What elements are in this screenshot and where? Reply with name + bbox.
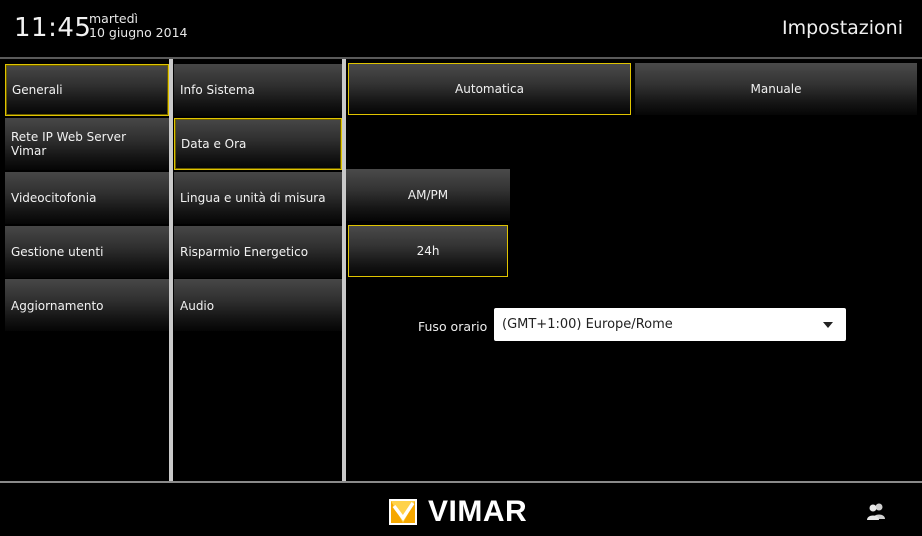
tab-manuale[interactable]: Manuale <box>635 63 917 115</box>
sub-menu: Info Sistema Data e Ora Lingua e unità d… <box>174 59 342 481</box>
menu-item-rete-ip[interactable]: Rete IP Web Server Vimar <box>5 118 169 170</box>
menu-item-label: Videocitofonia <box>11 191 97 205</box>
submenu-item-label: Risparmio Energetico <box>180 245 309 259</box>
submenu-item-data-ora[interactable]: Data e Ora <box>174 118 342 170</box>
weekday: martedì <box>89 11 138 26</box>
page-title: Impostazioni <box>782 17 903 39</box>
column-separator <box>169 59 173 481</box>
clock-time: 11:45 <box>14 13 92 43</box>
format-24h-button[interactable]: 24h <box>348 225 508 277</box>
timezone-select[interactable]: (GMT+1:00) Europe/Rome <box>494 308 846 341</box>
vimar-logo-icon <box>389 499 417 525</box>
submenu-item-label: Audio <box>180 299 215 313</box>
submenu-item-info-sistema[interactable]: Info Sistema <box>174 64 342 116</box>
format-ampm-button[interactable]: AM/PM <box>346 169 510 221</box>
format-label: 24h <box>416 244 440 258</box>
submenu-item-label: Data e Ora <box>181 137 247 151</box>
menu-item-gestione-utenti[interactable]: Gestione utenti <box>5 226 169 278</box>
brand-name: VIMAR <box>428 495 528 528</box>
date-time-panel: Automatica Manuale AM/PM 24h Fuso orario… <box>346 59 922 481</box>
tab-label: Manuale <box>750 82 802 96</box>
submenu-item-label: Info Sistema <box>180 83 255 97</box>
menu-item-label: Gestione utenti <box>11 245 104 259</box>
submenu-item-label: Lingua e unità di misura <box>180 191 326 205</box>
menu-item-videocitofonia[interactable]: Videocitofonia <box>5 172 169 224</box>
vimar-logo: VIMAR <box>388 495 528 528</box>
dropdown-arrow-icon <box>823 322 833 328</box>
submenu-item-lingua[interactable]: Lingua e unità di misura <box>174 172 342 224</box>
menu-item-label: Generali <box>12 83 63 97</box>
main-menu: Generali Rete IP Web Server Vimar Videoc… <box>5 59 169 481</box>
submenu-item-audio[interactable]: Audio <box>174 279 342 331</box>
tab-automatica[interactable]: Automatica <box>348 63 631 115</box>
menu-item-label: Aggiornamento <box>11 299 104 313</box>
menu-item-aggiornamento[interactable]: Aggiornamento <box>5 279 169 331</box>
submenu-item-risparmio[interactable]: Risparmio Energetico <box>174 226 342 278</box>
timezone-label: Fuso orario <box>418 319 488 334</box>
bottom-bar: VIMAR <box>0 483 922 536</box>
menu-item-label: Rete IP Web Server Vimar <box>11 130 127 158</box>
date: 10 giugno 2014 <box>89 25 188 40</box>
date-block: martedì 10 giugno 2014 <box>89 12 188 40</box>
tab-label: Automatica <box>455 82 524 96</box>
users-icon[interactable] <box>866 502 886 520</box>
format-label: AM/PM <box>407 188 449 202</box>
status-bar: 11:45 martedì 10 giugno 2014 Impostazion… <box>0 0 922 57</box>
timezone-value: (GMT+1:00) Europe/Rome <box>502 317 673 332</box>
menu-item-generali[interactable]: Generali <box>5 64 169 116</box>
